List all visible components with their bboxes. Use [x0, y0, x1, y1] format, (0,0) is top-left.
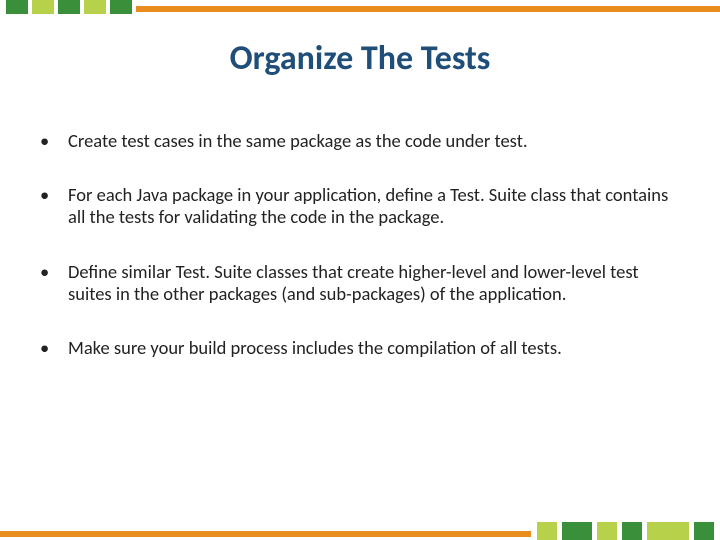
- top-decoration-bar: [0, 0, 720, 14]
- bottom-square-2: [562, 522, 592, 540]
- top-squares-group: [0, 0, 132, 14]
- bullet-item: • Create test cases in the same package …: [40, 130, 680, 152]
- bottom-square-6: [694, 522, 714, 540]
- bullet-dot-icon: •: [40, 184, 68, 228]
- top-square-2: [32, 0, 54, 14]
- top-square-5: [110, 0, 132, 14]
- top-square-1: [6, 0, 28, 14]
- bottom-square-1: [537, 522, 557, 540]
- bullet-text: Create test cases in the same package as…: [68, 130, 528, 152]
- top-square-3: [58, 0, 80, 14]
- bottom-square-5: [647, 522, 689, 540]
- bullet-item: • For each Java package in your applicat…: [40, 184, 680, 228]
- bottom-square-3: [597, 522, 617, 540]
- top-orange-line: [136, 6, 720, 12]
- bullet-dot-icon: •: [40, 261, 68, 305]
- bottom-squares-group: [537, 522, 720, 540]
- bullet-text: Define similar Test. Suite classes that …: [68, 261, 680, 305]
- bullet-text: For each Java package in your applicatio…: [68, 184, 680, 228]
- top-square-4: [84, 0, 106, 14]
- bottom-orange-line: [0, 531, 531, 537]
- bullet-dot-icon: •: [40, 130, 68, 152]
- bullet-text: Make sure your build process includes th…: [68, 337, 562, 359]
- bullet-dot-icon: •: [40, 337, 68, 359]
- bullet-item: • Make sure your build process includes …: [40, 337, 680, 359]
- bottom-square-4: [622, 522, 642, 540]
- bullet-item: • Define similar Test. Suite classes tha…: [40, 261, 680, 305]
- slide-title: Organize The Tests: [0, 38, 720, 79]
- slide-content: • Create test cases in the same package …: [40, 130, 680, 391]
- bottom-decoration-bar: [0, 522, 720, 540]
